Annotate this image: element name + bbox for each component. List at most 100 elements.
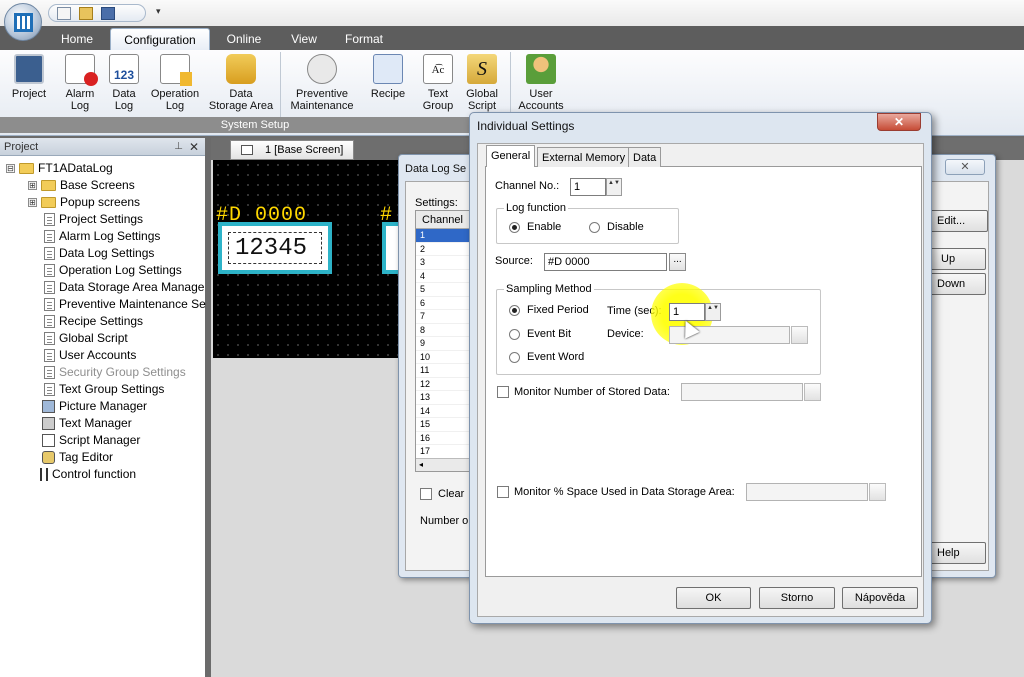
monitor-space-checkbox[interactable] bbox=[497, 486, 509, 498]
event-bit-radio[interactable] bbox=[509, 329, 520, 340]
table-row[interactable]: 2 bbox=[416, 243, 470, 256]
project-button[interactable]: Project bbox=[6, 54, 52, 100]
tab-external-memory[interactable]: External Memory bbox=[537, 147, 631, 167]
monitor-stored-checkbox[interactable] bbox=[497, 386, 509, 398]
tree-item-data-log-settings[interactable]: Data Log Settings bbox=[44, 245, 154, 262]
preventive-maintenance-icon bbox=[307, 54, 337, 84]
operation-log-button[interactable]: Operation Log bbox=[146, 54, 204, 112]
table-row[interactable]: 1 bbox=[416, 229, 470, 243]
title-bar: ▾ bbox=[0, 0, 1024, 26]
table-row[interactable]: 14 bbox=[416, 405, 470, 418]
tree-item-control-function[interactable]: Control function bbox=[40, 466, 136, 483]
tab-base-screen[interactable]: 1 [Base Screen] bbox=[230, 140, 354, 160]
expand-icon[interactable]: ⊞ bbox=[28, 198, 37, 207]
clear-checkbox-row[interactable]: Clear bbox=[420, 488, 464, 500]
collapse-icon[interactable]: ⊟ bbox=[6, 164, 15, 173]
tree-item-operation-log-settings[interactable]: Operation Log Settings bbox=[44, 262, 182, 279]
tree-item-popup-screens[interactable]: ⊞ Popup screens bbox=[28, 194, 140, 211]
fixed-period-radio[interactable] bbox=[509, 305, 520, 316]
preventive-maintenance-button[interactable]: Preventive Maintenance bbox=[286, 54, 358, 112]
application-menu-button[interactable] bbox=[4, 3, 42, 41]
tab-configuration[interactable]: Configuration bbox=[110, 28, 210, 50]
user-accounts-button[interactable]: User Accounts bbox=[514, 54, 568, 112]
tab-online[interactable]: Online bbox=[214, 28, 274, 50]
time-spinner[interactable]: ▲▼ bbox=[705, 303, 721, 321]
ok-button[interactable]: OK bbox=[676, 587, 751, 609]
cancel-button[interactable]: Storno bbox=[759, 587, 835, 609]
time-field[interactable]: 1 bbox=[669, 303, 705, 321]
tree-item-text-manager[interactable]: Text Manager bbox=[42, 415, 132, 432]
horizontal-scrollbar[interactable]: ◂ bbox=[416, 458, 470, 471]
help-button[interactable]: Nápověda bbox=[842, 587, 918, 609]
data-log-button[interactable]: 123 Data Log bbox=[104, 54, 144, 112]
channel-column-header[interactable]: Channel bbox=[416, 211, 470, 229]
open-folder-icon[interactable] bbox=[79, 6, 93, 20]
source-browse-button[interactable]: ... bbox=[669, 253, 686, 271]
expand-icon[interactable]: ⊞ bbox=[28, 181, 37, 190]
tree-item-global-script[interactable]: Global Script bbox=[44, 330, 128, 347]
tree-item-text-group-settings[interactable]: Text Group Settings bbox=[44, 381, 164, 398]
table-row[interactable]: 9 bbox=[416, 337, 470, 351]
tree-item-label: Preventive Maintenance Se bbox=[59, 297, 206, 311]
scroll-left-icon[interactable]: ◂ bbox=[419, 460, 423, 469]
edit-button[interactable]: Edit... bbox=[930, 210, 988, 232]
pin-icon[interactable]: ⊥ bbox=[174, 138, 183, 156]
table-row[interactable]: 3 bbox=[416, 256, 470, 270]
channel-no-spinner[interactable]: ▲▼ bbox=[606, 178, 622, 196]
tree-item-script-manager[interactable]: Script Manager bbox=[42, 432, 140, 449]
tree-item-alarm-log-settings[interactable]: Alarm Log Settings bbox=[44, 228, 160, 245]
table-row[interactable]: 17 bbox=[416, 445, 470, 459]
table-row[interactable]: 15 bbox=[416, 418, 470, 432]
table-row[interactable]: 12 bbox=[416, 378, 470, 391]
tab-home[interactable]: Home bbox=[48, 28, 106, 50]
tab-general[interactable]: General bbox=[486, 145, 536, 167]
text-group-label-2: Group bbox=[422, 100, 454, 112]
tree-item-base-screens[interactable]: ⊞ Base Screens bbox=[28, 177, 135, 194]
tree-item-data-storage-area[interactable]: Data Storage Area Manage bbox=[44, 279, 204, 296]
source-field[interactable]: #D 0000 bbox=[544, 253, 667, 271]
data-storage-area-button[interactable]: Data Storage Area bbox=[206, 54, 276, 112]
tab-data[interactable]: Data bbox=[628, 147, 662, 167]
table-row[interactable]: 13 bbox=[416, 391, 470, 405]
clear-checkbox[interactable] bbox=[420, 488, 432, 500]
table-row[interactable]: 10 bbox=[416, 351, 470, 364]
alarm-log-button[interactable]: Alarm Log bbox=[60, 54, 100, 112]
global-script-button[interactable]: S Global Script bbox=[462, 54, 502, 112]
text-group-button[interactable]: A͡c Text Group bbox=[418, 54, 458, 112]
channel-list[interactable]: Channel 1 2 3 4 5 6 7 8 9 10 11 12 13 14 15 16 17 bbox=[415, 210, 471, 472]
event-word-radio[interactable] bbox=[509, 352, 520, 363]
table-row[interactable]: 11 bbox=[416, 364, 470, 378]
close-icon[interactable]: ✕ bbox=[189, 138, 199, 156]
save-icon[interactable] bbox=[101, 6, 115, 20]
tab-view[interactable]: View bbox=[278, 28, 330, 50]
tree-item-recipe-settings[interactable]: Recipe Settings bbox=[44, 313, 143, 330]
close-button[interactable]: ✕ bbox=[945, 159, 985, 175]
source-label: Source: bbox=[495, 255, 533, 267]
table-row[interactable]: 8 bbox=[416, 324, 470, 337]
close-button[interactable]: ✕ bbox=[877, 113, 921, 131]
tree-item-ft1adatalog[interactable]: ⊟ FT1ADataLog bbox=[6, 160, 113, 177]
tree-item-tag-editor[interactable]: Tag Editor bbox=[42, 449, 113, 466]
down-button[interactable]: Down bbox=[930, 273, 986, 295]
new-file-icon[interactable] bbox=[57, 6, 71, 20]
help-button[interactable]: Help bbox=[930, 542, 986, 564]
enable-radio[interactable] bbox=[509, 222, 520, 233]
data-display-box[interactable]: 12345 bbox=[218, 222, 332, 274]
tree-item-project-settings[interactable]: Project Settings bbox=[44, 211, 143, 228]
table-row[interactable]: 7 bbox=[416, 310, 470, 324]
up-button[interactable]: Up bbox=[930, 248, 986, 270]
tree-item-preventive-maintenance[interactable]: Preventive Maintenance Se bbox=[44, 296, 206, 313]
tab-format[interactable]: Format bbox=[334, 28, 394, 50]
channel-no-field[interactable]: 1 bbox=[570, 178, 606, 196]
table-row[interactable]: 16 bbox=[416, 432, 470, 445]
tree-item-label: Script Manager bbox=[59, 433, 141, 447]
disable-radio[interactable] bbox=[589, 222, 600, 233]
tree-item-user-accounts[interactable]: User Accounts bbox=[44, 347, 136, 364]
table-row[interactable]: 5 bbox=[416, 283, 470, 297]
table-row[interactable]: 4 bbox=[416, 270, 470, 283]
table-row[interactable]: 6 bbox=[416, 297, 470, 310]
recipe-button[interactable]: Recipe bbox=[366, 54, 410, 100]
quick-access-dropdown[interactable]: ▾ bbox=[156, 6, 161, 17]
project-panel-header: Project ⊥ ✕ bbox=[0, 138, 205, 156]
tree-item-picture-manager[interactable]: Picture Manager bbox=[42, 398, 147, 415]
